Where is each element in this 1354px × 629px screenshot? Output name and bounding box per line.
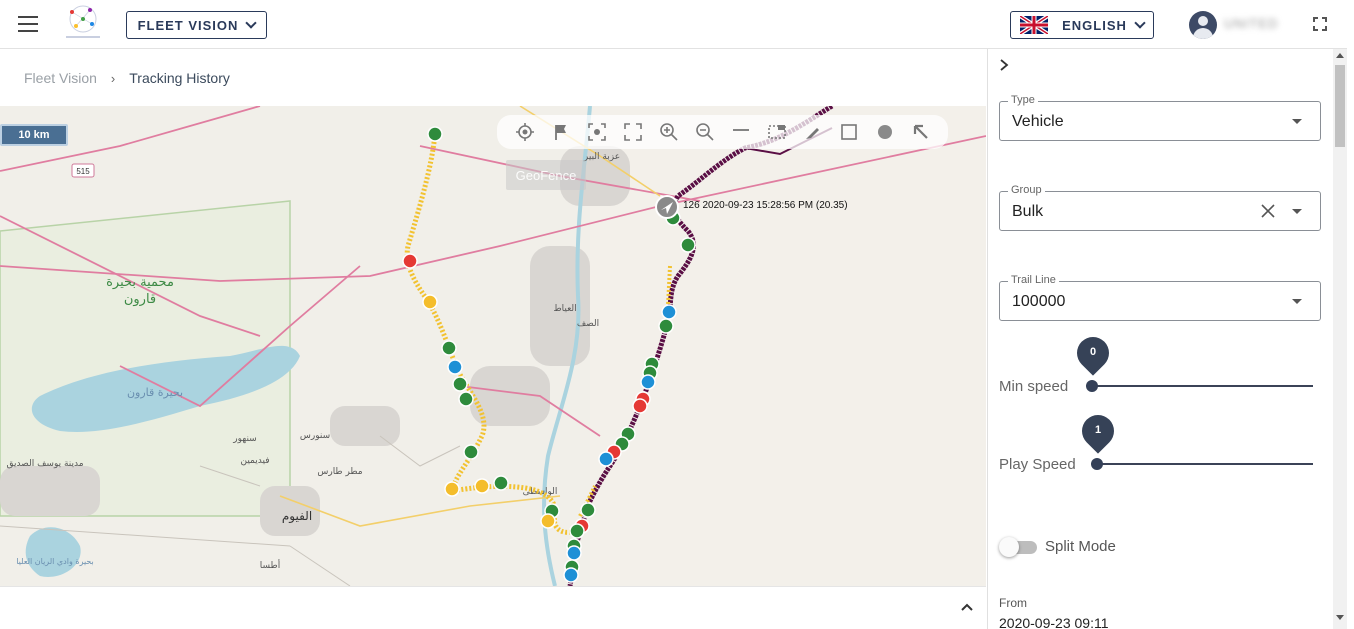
dropdown-arrow-icon — [1292, 209, 1302, 214]
marker-moving — [563, 567, 579, 583]
marker-idle — [474, 478, 490, 494]
marker-moving — [640, 374, 656, 390]
trail-line-label: Trail Line — [1008, 274, 1059, 286]
marker-stop — [658, 318, 674, 334]
marker-moving — [661, 304, 677, 320]
map-scale: 10 km — [0, 124, 68, 146]
from-date-input[interactable]: 2020-09-23 09:11 — [999, 615, 1109, 629]
marker-stop — [441, 340, 457, 356]
zoom-out-icon[interactable] — [687, 120, 723, 144]
chevron-up-icon[interactable] — [959, 599, 975, 615]
chevron-right-icon[interactable] — [997, 58, 1011, 72]
marker-stop — [427, 126, 443, 142]
route-markers — [402, 126, 696, 583]
min-speed-slider-thumb[interactable] — [1086, 380, 1098, 392]
group-label: Group — [1008, 184, 1045, 196]
marker-idle — [540, 513, 556, 529]
zoom-in-icon[interactable] — [651, 120, 687, 144]
type-value: Vehicle — [1012, 113, 1064, 130]
play-speed-value: 1 — [1094, 424, 1102, 436]
min-speed-slider[interactable] — [1092, 385, 1313, 387]
play-speed-slider[interactable] — [1097, 463, 1313, 465]
clear-icon[interactable] — [1260, 203, 1276, 219]
split-mode-label: Split Mode — [1045, 538, 1116, 555]
hamburger-icon[interactable] — [18, 16, 38, 32]
breadcrumb-fleet-vision[interactable]: Fleet Vision — [24, 70, 97, 86]
marker-idle — [422, 294, 438, 310]
circle-icon[interactable] — [867, 120, 903, 144]
map-view[interactable]: 515 محمية بحيرة قارون بحيرة قارون الفيوم… — [0, 106, 986, 586]
center-icon[interactable] — [579, 120, 615, 144]
fit-bounds-icon[interactable] — [615, 120, 651, 144]
marker-stop — [680, 237, 696, 253]
scrollbar-thumb[interactable] — [1335, 65, 1345, 147]
marker-stop — [463, 444, 479, 460]
dropdown-arrow-icon — [1292, 299, 1302, 304]
locate-icon[interactable] — [507, 120, 543, 144]
marker-alarm — [632, 398, 648, 414]
play-speed-slider-thumb[interactable] — [1091, 458, 1103, 470]
scroll-down-arrow-icon[interactable] — [1336, 615, 1344, 620]
bottom-panel — [0, 586, 986, 629]
marker-alarm — [402, 253, 418, 269]
username[interactable]: UNITED — [1224, 16, 1278, 31]
marker-idle — [444, 481, 460, 497]
dropdown-arrow-icon — [1292, 119, 1302, 124]
marker-stop — [569, 523, 585, 539]
fullscreen-icon[interactable] — [1313, 17, 1327, 31]
geofence-overlay-label: GeoFence — [506, 160, 586, 190]
type-select[interactable]: Type Vehicle — [999, 94, 1321, 141]
marker-moving — [598, 451, 614, 467]
trail-line-value: 100000 — [1012, 293, 1066, 310]
group-select[interactable]: Group Bulk — [999, 184, 1321, 231]
group-value: Bulk — [1012, 203, 1044, 220]
chevron-down-icon — [1134, 17, 1146, 29]
language-dropdown[interactable]: ENGLISH — [1010, 11, 1154, 39]
breadcrumb-tracking-history: Tracking History — [129, 70, 230, 86]
min-speed-label: Min speed — [999, 378, 1069, 395]
rectangle-select-icon[interactable] — [759, 120, 795, 144]
uk-flag-icon — [1020, 16, 1049, 34]
from-label: From — [999, 596, 1027, 610]
marker-moving — [447, 359, 463, 375]
line-icon[interactable] — [723, 120, 759, 144]
marker-moving — [566, 545, 582, 561]
vehicle-label: 126 2020-09-23 15:28:56 PM (20.35) — [683, 200, 848, 211]
draw-icon[interactable] — [795, 120, 831, 144]
flag-icon[interactable] — [543, 120, 579, 144]
user-avatar-icon[interactable] — [1189, 11, 1217, 39]
filter-side-panel: Type Vehicle Group Bulk Trail Line 10000… — [987, 49, 1333, 629]
side-panel-scrollbar[interactable] — [1333, 49, 1347, 629]
marker-stop — [493, 475, 509, 491]
fleet-vision-label: FLEET VISION — [137, 17, 239, 33]
square-icon[interactable] — [831, 120, 867, 144]
fleet-vision-dropdown[interactable]: FLEET VISION — [126, 11, 267, 39]
map-toolbar — [497, 115, 948, 149]
split-mode-toggle[interactable] — [999, 537, 1037, 557]
scroll-up-arrow-icon[interactable] — [1336, 53, 1344, 58]
min-speed-value: 0 — [1089, 346, 1097, 358]
language-label: ENGLISH — [1062, 17, 1127, 33]
chevron-down-icon — [245, 17, 258, 29]
window-edge — [1347, 0, 1354, 629]
trail-line-select[interactable]: Trail Line 100000 — [999, 274, 1321, 321]
marker-stop — [458, 391, 474, 407]
marker-stop — [452, 376, 468, 392]
company-logo — [66, 5, 100, 38]
play-speed-label: Play Speed — [999, 456, 1076, 473]
marker-stop — [580, 502, 596, 518]
chevron-right-icon: › — [110, 70, 116, 86]
top-bar: FLEET VISION ENGLISH UNITED — [0, 0, 1354, 49]
pointer-icon[interactable] — [903, 120, 939, 144]
type-label: Type — [1008, 94, 1038, 106]
breadcrumb: Fleet Vision › Tracking History — [0, 50, 986, 106]
